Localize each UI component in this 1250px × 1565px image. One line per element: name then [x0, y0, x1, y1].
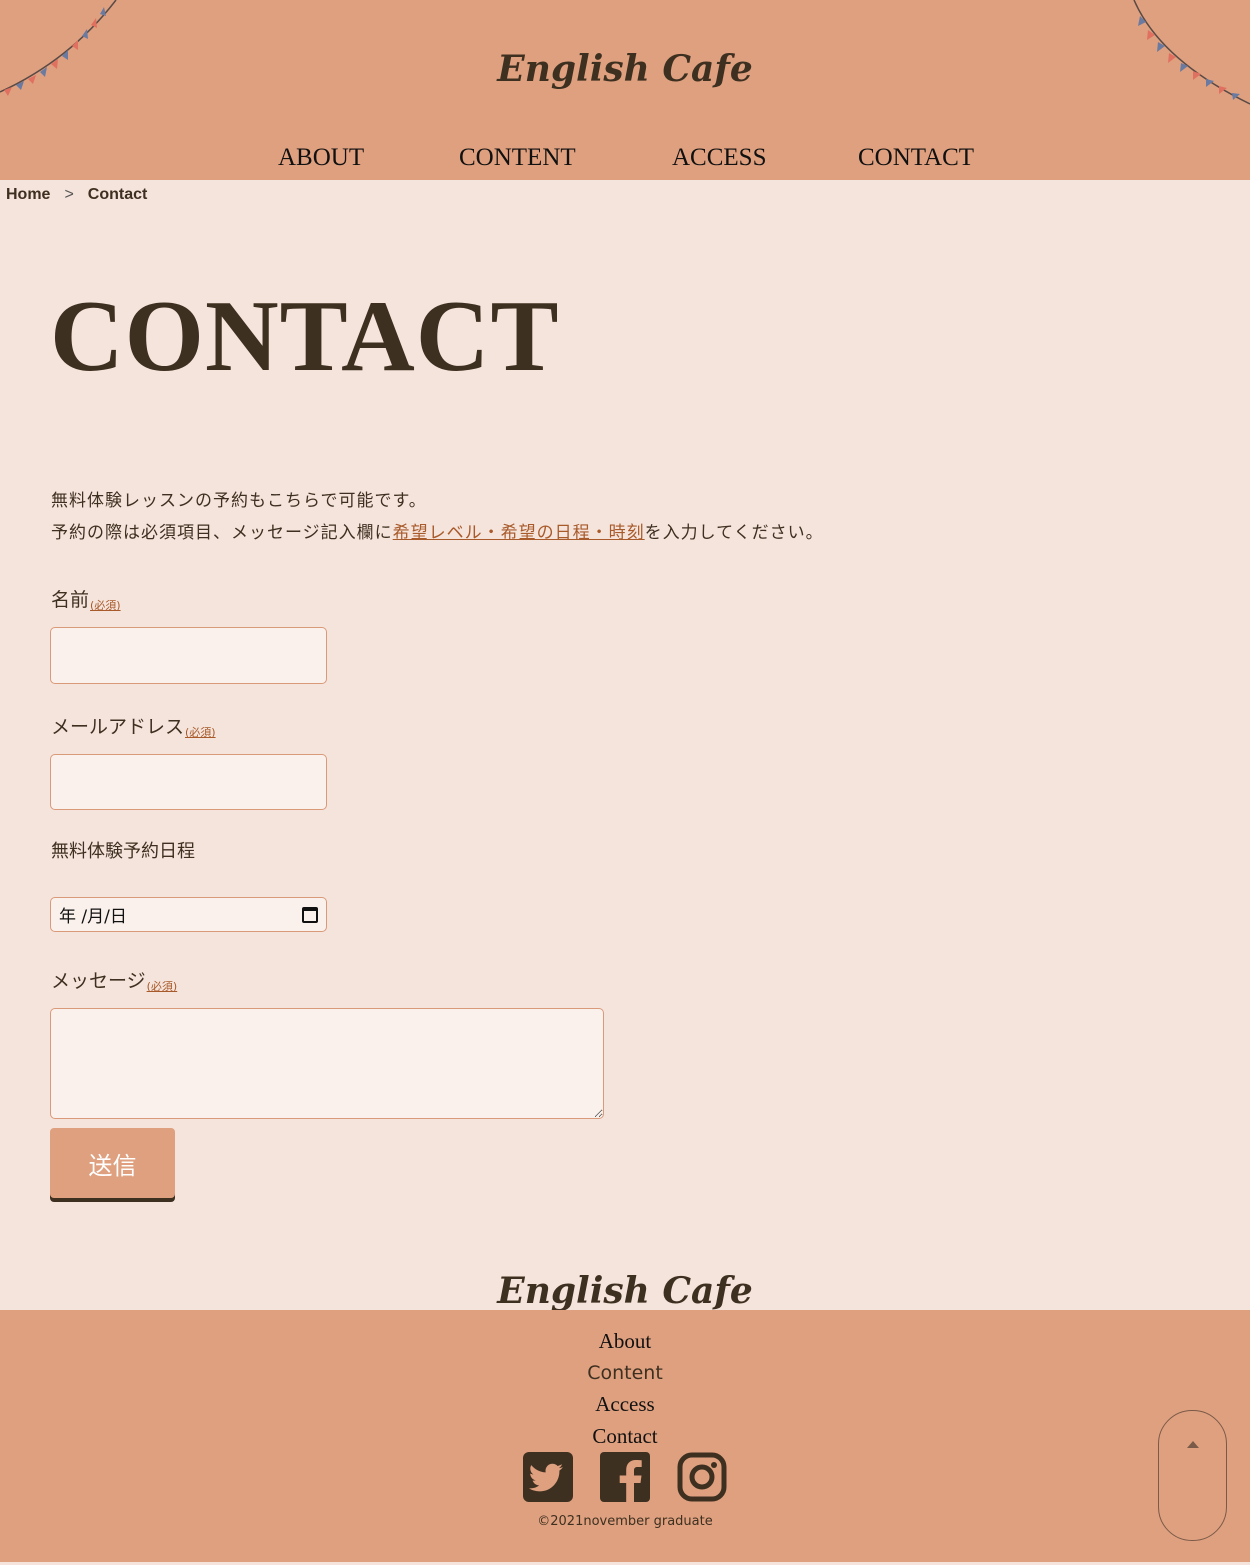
email-label-text: メールアドレス	[51, 716, 185, 738]
required-mark: (必須)	[185, 726, 216, 739]
intro-line-2: 予約の際は必須項目、メッセージ記入欄に希望レベル・希望の日程・時刻を入力してくだ…	[51, 517, 824, 549]
footer-logo[interactable]: English Cafe	[0, 1270, 1250, 1312]
nav-item-content[interactable]: CONTENT	[459, 144, 576, 172]
intro-highlight-link[interactable]: 希望レベル・希望の日程・時刻	[393, 523, 645, 543]
message-label: メッセージ(必須)	[51, 966, 177, 994]
twitter-icon[interactable]	[523, 1452, 573, 1502]
required-mark: (必須)	[90, 599, 121, 612]
calendar-icon[interactable]	[302, 906, 318, 923]
facebook-icon[interactable]	[600, 1452, 650, 1502]
page-title: CONTACT	[50, 280, 560, 393]
name-label: 名前(必須)	[51, 585, 121, 613]
nav-item-access[interactable]: ACCESS	[672, 144, 766, 172]
footer-link-access[interactable]: Access	[0, 1389, 1250, 1421]
intro-line-2-before: 予約の際は必須項目、メッセージ記入欄に	[51, 523, 393, 543]
copyright: ©2021november graduate	[537, 1514, 713, 1529]
arrow-up-icon	[1187, 1441, 1199, 1448]
instagram-icon[interactable]	[677, 1452, 727, 1502]
social-links	[0, 1452, 1250, 1504]
intro-line-2-after: を入力してください。	[644, 523, 824, 543]
site-header: English Cafe ABOUT CONTENT ACCESS CONTAC…	[0, 0, 1250, 180]
required-mark: (必須)	[146, 980, 178, 993]
breadcrumb: Home > Contact	[6, 186, 147, 204]
name-label-text: 名前	[51, 589, 90, 611]
date-field-value: 年 /月/日	[59, 907, 127, 927]
name-field[interactable]	[50, 627, 327, 684]
back-to-top-button[interactable]	[1158, 1410, 1227, 1541]
submit-button[interactable]: 送信	[50, 1128, 175, 1198]
intro-text: 無料体験レッスンの予約もこちらで可能です。 予約の際は必須項目、メッセージ記入欄…	[51, 485, 824, 549]
date-label: 無料体験予約日程	[51, 841, 195, 862]
date-field[interactable]: 年 /月/日	[50, 897, 327, 932]
breadcrumb-current: Contact	[87, 186, 148, 203]
message-field[interactable]	[50, 1008, 604, 1119]
site-logo[interactable]: English Cafe	[0, 48, 1250, 90]
footer-nav: About Content Access Contact	[0, 1326, 1250, 1452]
breadcrumb-separator: >	[64, 186, 74, 203]
main-nav: ABOUT CONTENT ACCESS CONTACT	[0, 144, 1250, 176]
site-footer: About Content Access Contact ©2021novemb…	[0, 1310, 1250, 1565]
intro-line-1: 無料体験レッスンの予約もこちらで可能です。	[51, 491, 427, 511]
nav-item-contact[interactable]: CONTACT	[858, 144, 974, 172]
nav-item-about[interactable]: ABOUT	[278, 144, 364, 172]
footer-link-contact[interactable]: Contact	[0, 1421, 1250, 1453]
footer-link-about[interactable]: About	[0, 1326, 1250, 1358]
footer-link-content[interactable]: Content	[0, 1358, 1250, 1390]
message-label-text: メッセージ	[51, 970, 146, 992]
breadcrumb-home[interactable]: Home	[6, 186, 50, 203]
email-field[interactable]	[50, 754, 327, 810]
email-label: メールアドレス(必須)	[51, 712, 216, 740]
